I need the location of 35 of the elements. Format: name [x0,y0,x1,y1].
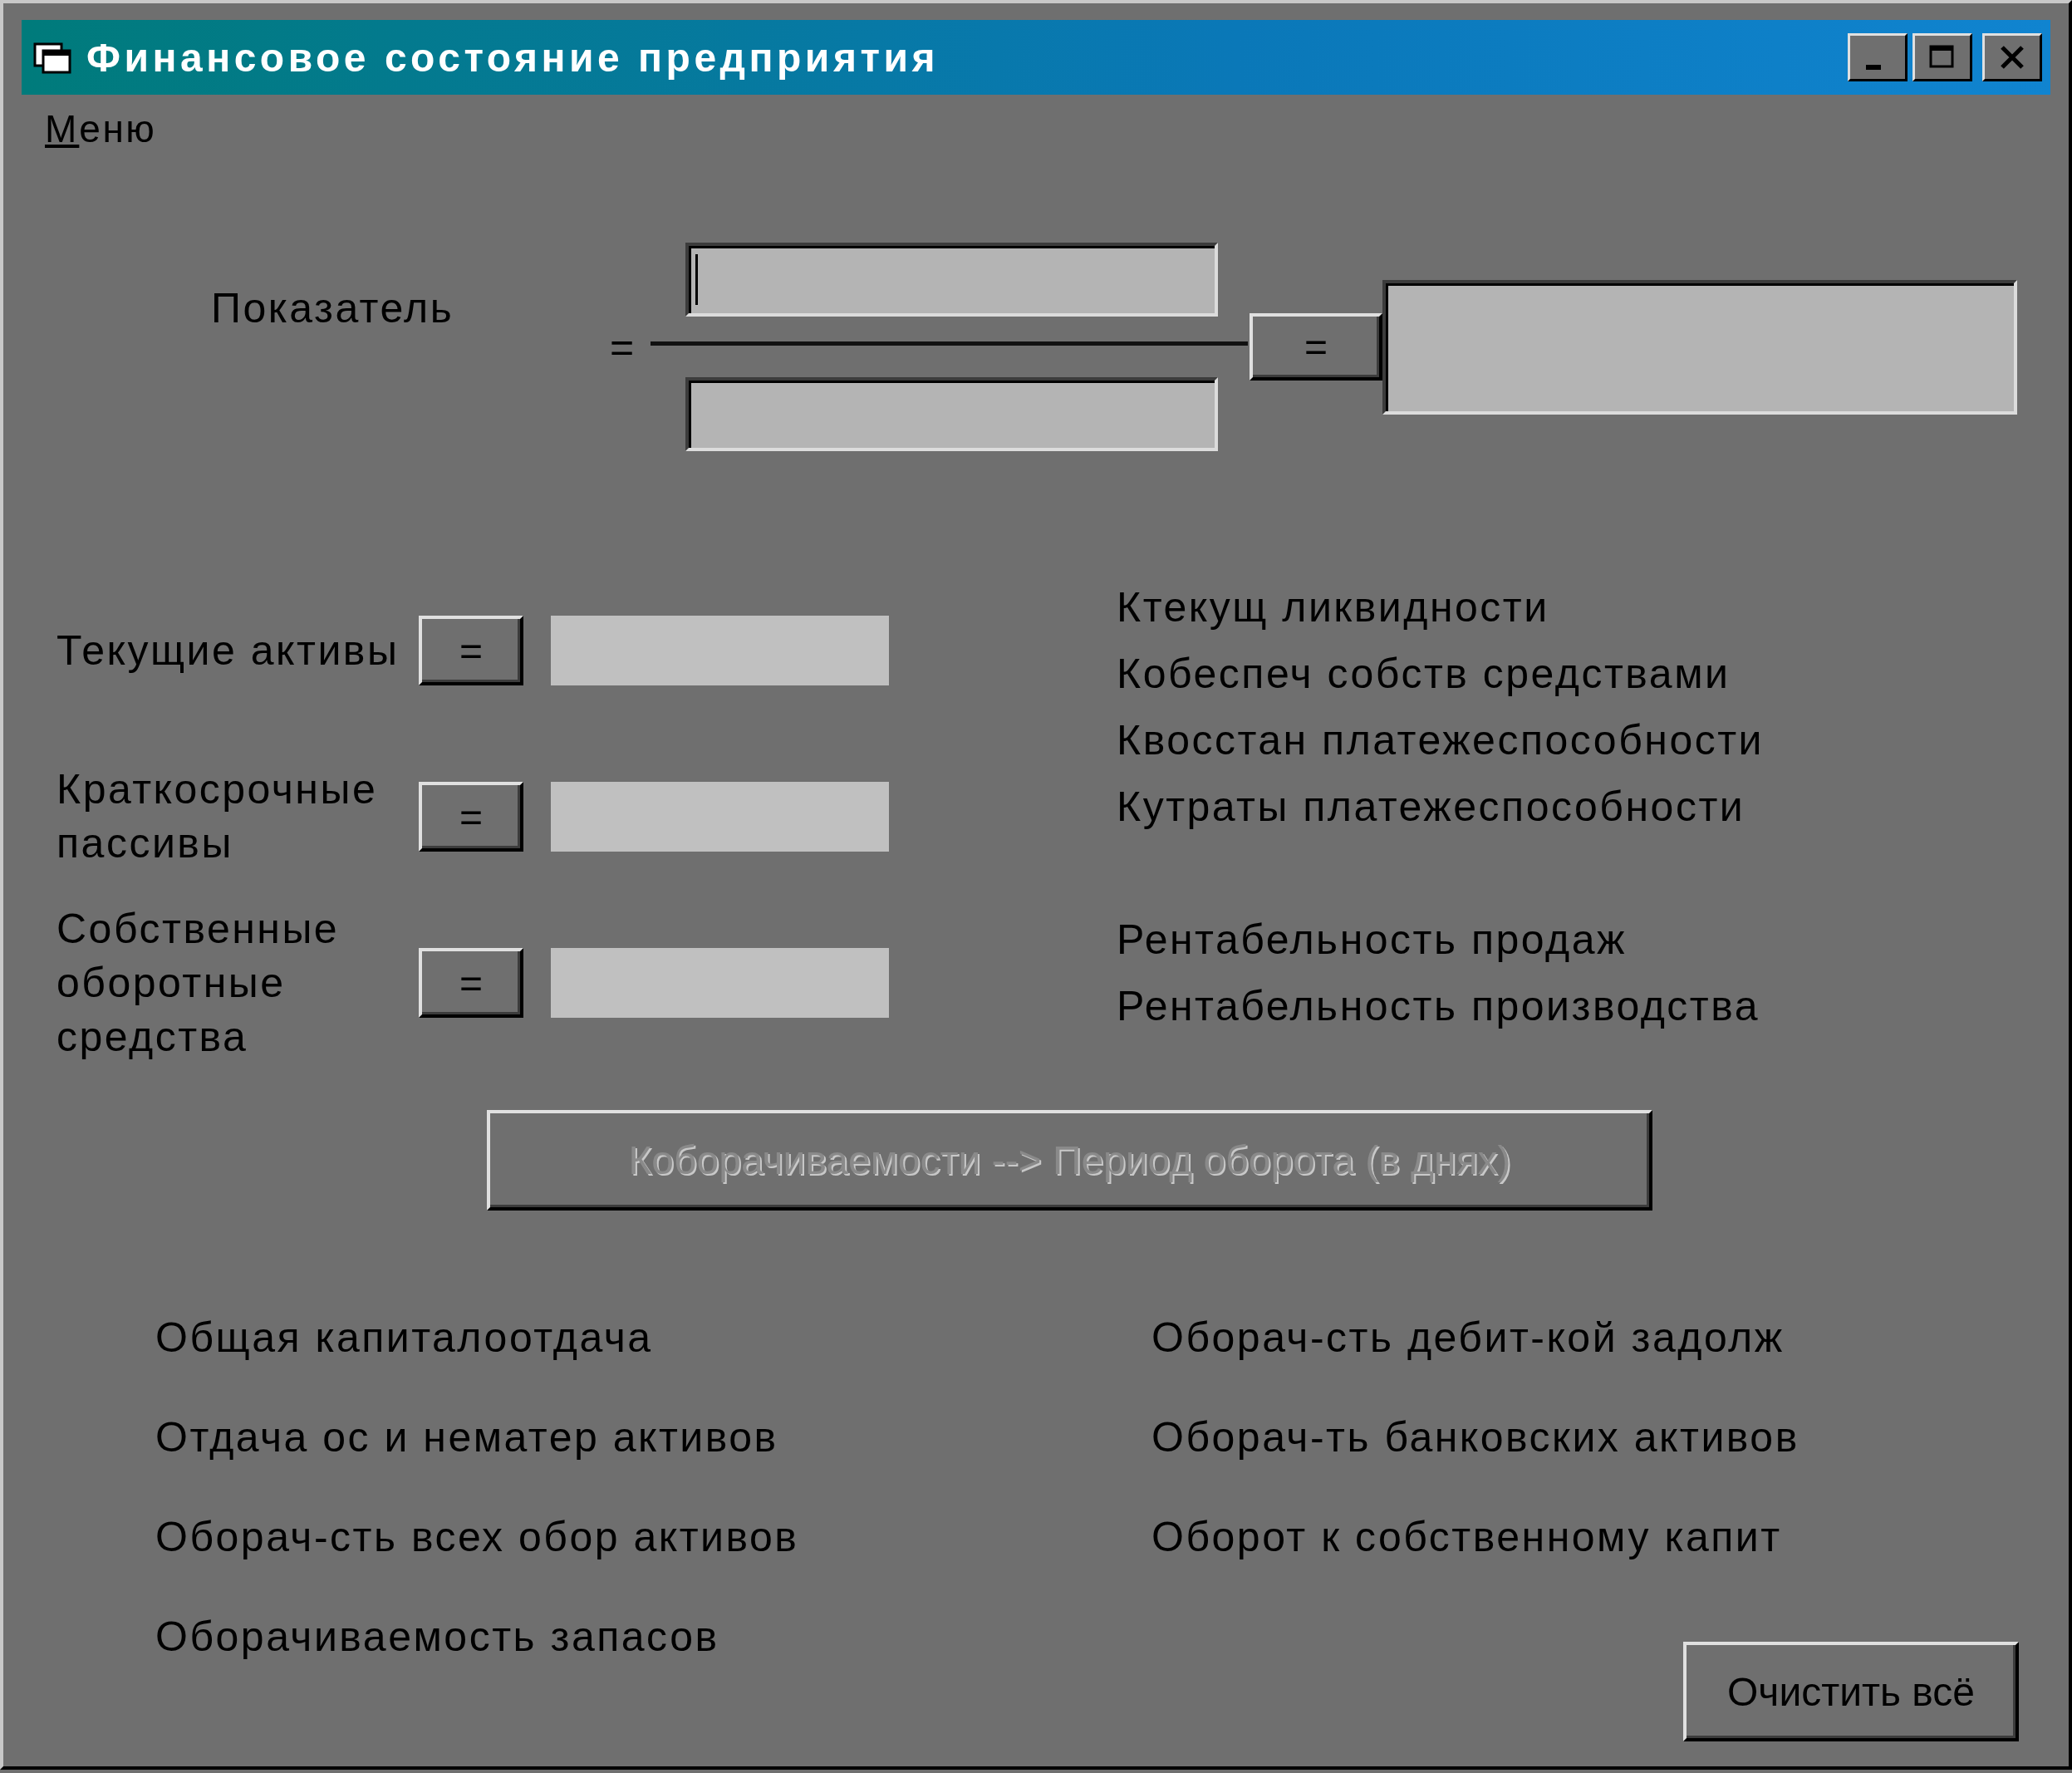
input-field[interactable] [551,782,889,852]
ratio-label: Квосстан платежеспособности [1117,716,1765,765]
window-title: Финансовое состояние предприятия [86,34,940,81]
input-field[interactable] [551,616,889,685]
minimize-icon [1866,65,1881,70]
field-label: Краткосрочные пассивы [56,765,379,868]
equals-sign: = [610,322,637,371]
equals-button[interactable]: = [419,616,523,685]
ratio-label: Оборач-ть банковских активов [1151,1413,1800,1462]
close-button[interactable] [1982,33,2042,81]
ratio-label: Кобеспеч собств средствами [1117,650,1731,699]
equals-button[interactable]: = [419,782,523,852]
ratio-label: Общая капиталоотдача [155,1314,654,1363]
ratio-label: Оборач-сть дебит-кой задолж [1151,1314,1785,1363]
field-label: Собственные оборотные средства [56,904,341,1062]
input-field[interactable] [1382,279,2017,415]
ratio-label: Ктекущ ликвидности [1117,583,1550,632]
menu-item[interactable]: Меню [45,106,157,151]
equals-button[interactable]: = [419,948,523,1018]
input-field[interactable] [685,243,1218,317]
input-field[interactable] [685,377,1218,451]
indicator-label: Показатель [211,284,455,332]
equals-button[interactable]: = [1250,313,1382,381]
maximize-button[interactable] [1912,33,1972,81]
ratio-label: Отдача ос и нематер активов [155,1413,779,1462]
input-field[interactable] [551,948,889,1018]
minimize-button[interactable] [1848,33,1908,81]
clear-all-button[interactable]: Очистить всё [1683,1642,2019,1741]
ratio-label: Рентабельность продаж [1117,916,1628,965]
ratio-label: Оборачиваемость запасов [155,1613,720,1662]
field-label: Текущие активы [56,626,400,675]
ratio-label: Кутраты платежеспособности [1117,783,1746,832]
ratio-label: Оборот к собственному капит [1151,1513,1783,1562]
ratio-label: Рентабельность производства [1117,982,1761,1031]
ratio-label: Оборач-сть всех обор активов [155,1513,800,1562]
